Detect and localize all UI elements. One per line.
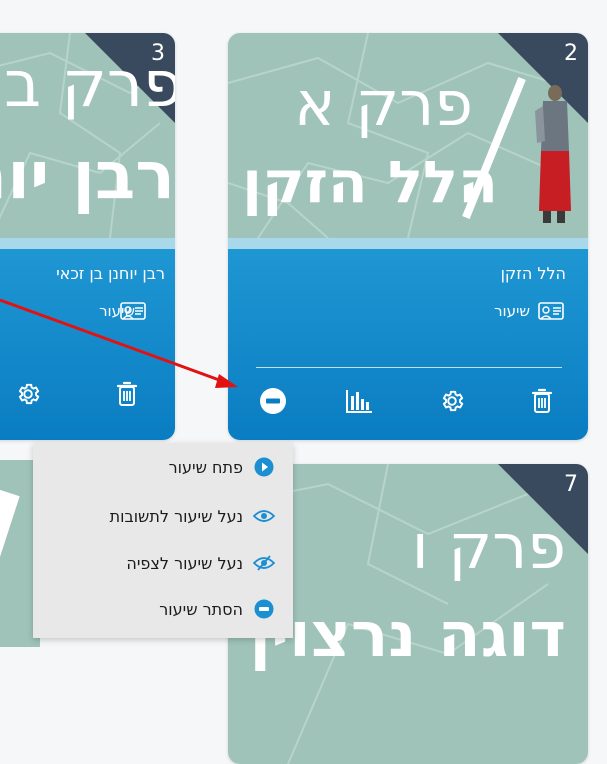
annotation-arrow (0, 298, 238, 388)
